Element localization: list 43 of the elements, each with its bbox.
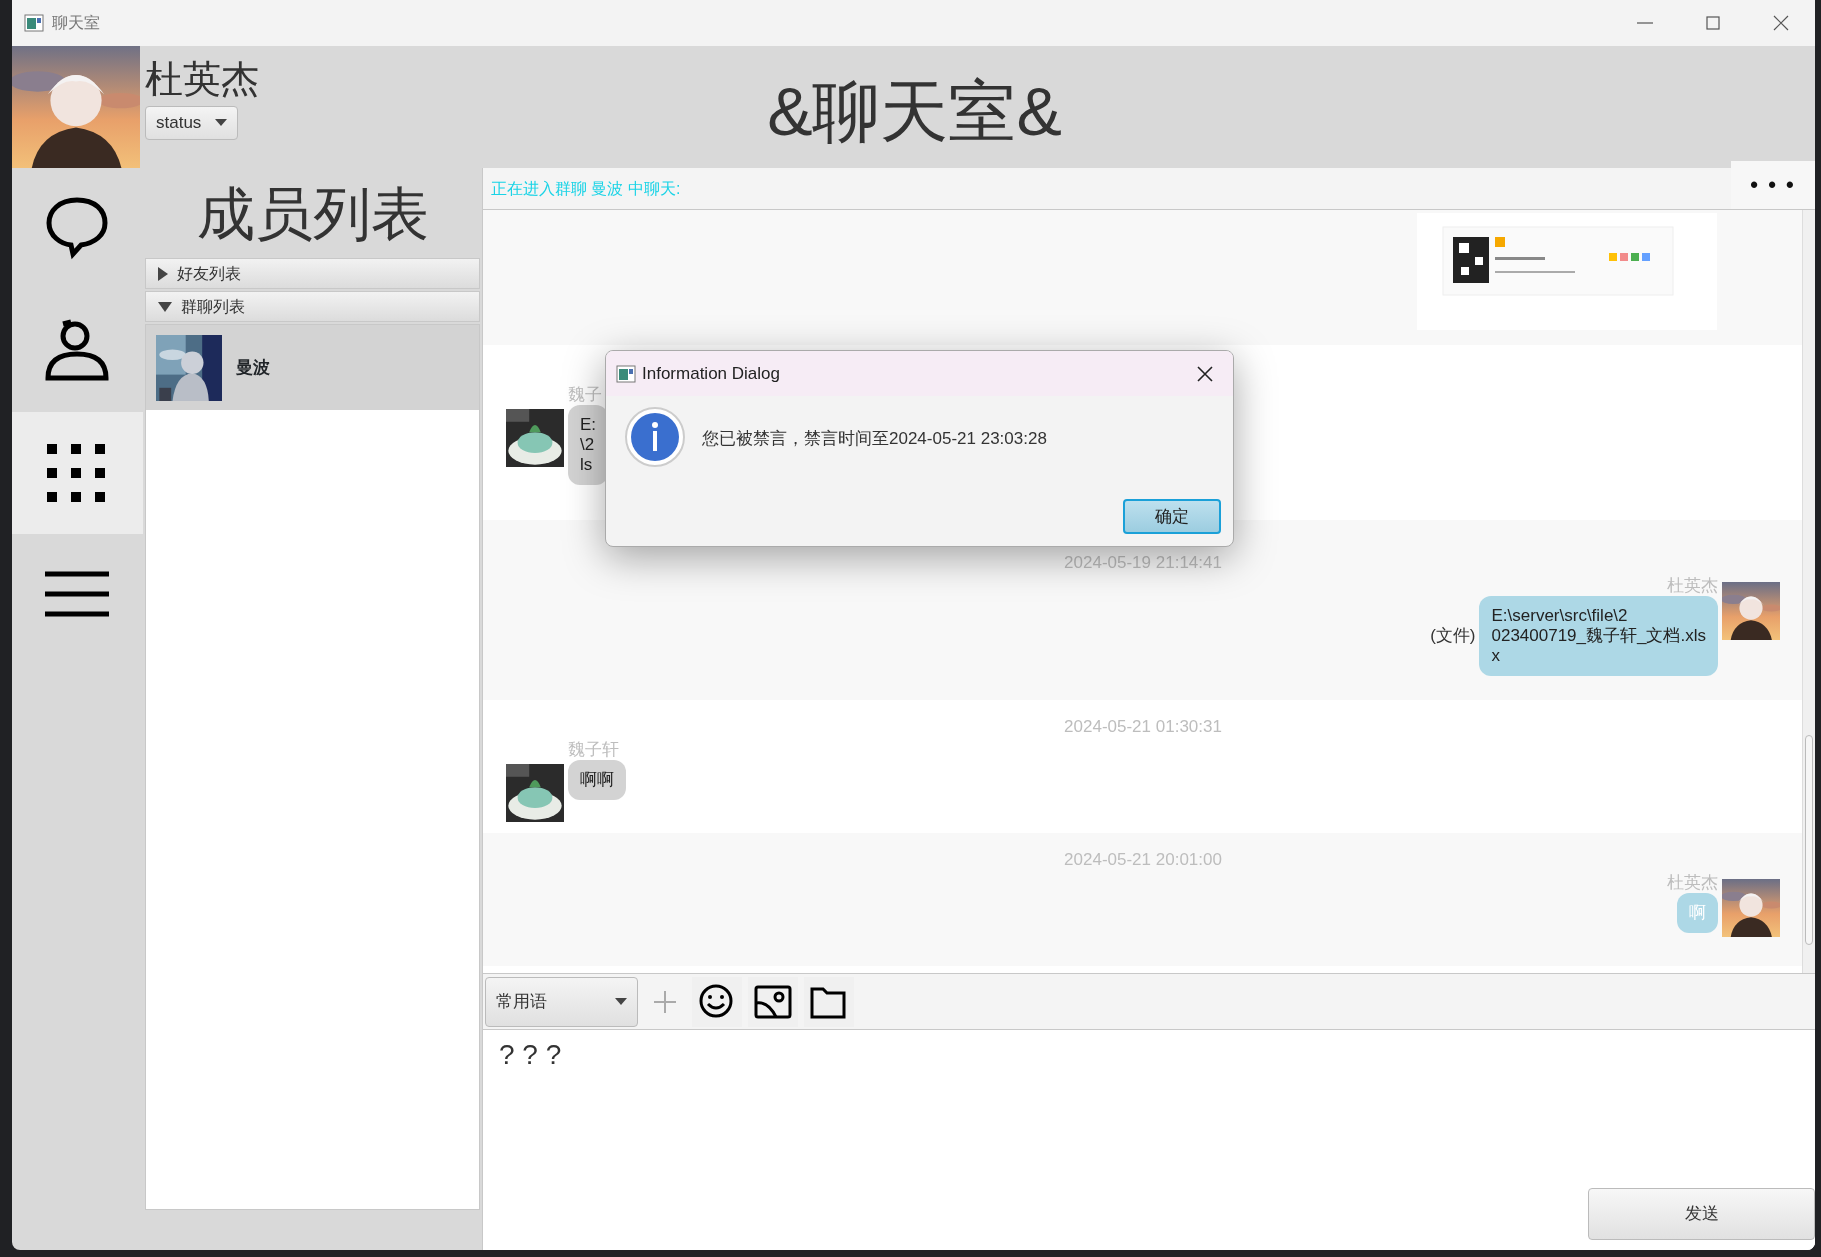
ok-button[interactable]: 确定 [1123,499,1221,534]
close-icon [1196,364,1214,383]
toolbar-button[interactable] [748,976,798,1027]
scrollbar[interactable] [1802,210,1815,973]
app-title: &聊天室& [766,72,1063,151]
accordion-header[interactable]: 群聊列表 [145,291,480,322]
sender-name: 魏子 [568,385,602,405]
window-title: 聊天室 [52,13,100,33]
member-name: 曼波 [236,356,270,379]
nav-button[interactable] [12,412,143,534]
timestamp: 2024-05-21 01:30:31 [1063,716,1223,738]
sender-name: 魏子轩 [568,740,619,760]
chat-status: 正在进入群聊 曼波 中聊天: [490,178,682,199]
sender-name: 杜英杰 [1667,873,1718,893]
message-bubble: 啊 [1677,893,1718,933]
info-icon [624,406,686,468]
dialog-message: 您已被禁言，禁言时间至2024-05-21 23:03:28 [702,428,1047,450]
caret-icon [615,998,627,1005]
expanded-arrow-icon [158,301,172,312]
panel-title: 成员列表 [195,180,430,248]
phrase-dropdown[interactable]: 常用语 [485,976,638,1027]
user-name: 杜英杰 [145,60,259,98]
status-dropdown[interactable]: status [145,106,239,140]
accordion-label: 群聊列表 [181,296,245,317]
dialog-title: Information Dialog [642,362,781,385]
accordion-header[interactable]: 好友列表 [145,258,480,289]
member-item[interactable]: 曼波 [146,325,479,410]
file-label: (文件) [1430,625,1476,648]
caret-icon [215,119,228,127]
scrollbar-thumb[interactable] [1805,735,1813,945]
app-icon [616,364,636,383]
send-button[interactable]: 发送 [1588,1188,1815,1240]
sender-name: 杜英杰 [1667,576,1718,596]
message-bubble: 啊啊 [568,760,626,800]
message-input[interactable]: ? ? ? [483,1030,1815,1080]
toolbar-button[interactable] [804,976,854,1027]
timestamp: 2024-05-21 20:01:00 [1063,849,1223,871]
minimize-icon [1637,22,1653,24]
accordion-label: 好友列表 [177,263,241,284]
app-icon [24,14,44,32]
toolbar-button[interactable] [692,976,742,1027]
message-bubble: E:\server\src\file\2 023400719_魏子轩_文档.xls x [1479,596,1718,676]
collapsed-arrow-icon [158,266,168,281]
